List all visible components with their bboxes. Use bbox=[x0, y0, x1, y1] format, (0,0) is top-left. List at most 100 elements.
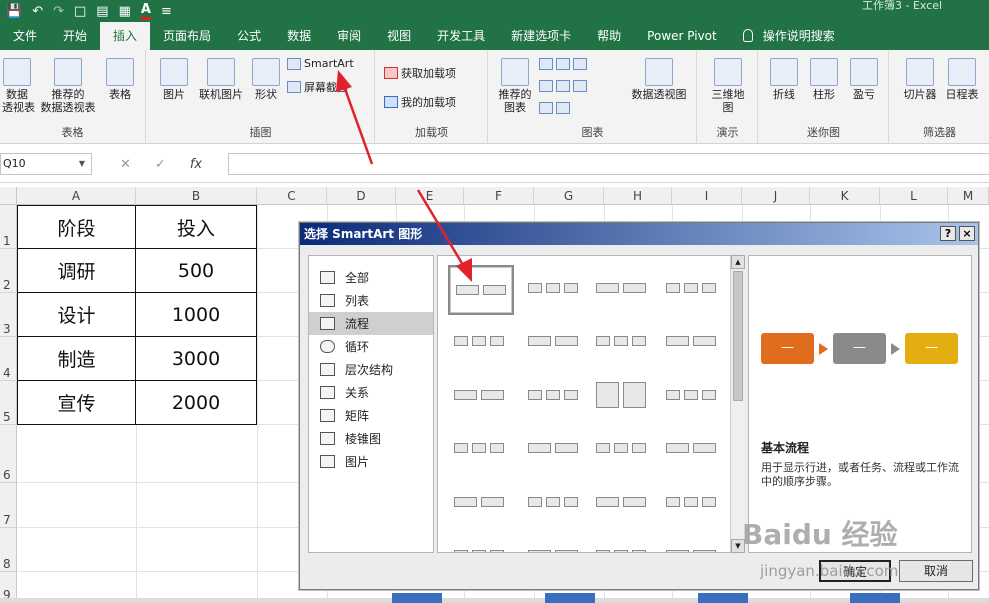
table-cell[interactable]: 设计 bbox=[17, 293, 136, 337]
layout-thumbnail[interactable] bbox=[522, 479, 588, 529]
layout-thumbnail[interactable] bbox=[660, 318, 726, 368]
table-cell[interactable]: 3000 bbox=[136, 337, 257, 381]
layout-thumbnail[interactable] bbox=[590, 532, 656, 552]
tab-file[interactable]: 文件 bbox=[0, 22, 50, 50]
row-header[interactable]: 6 bbox=[0, 425, 17, 483]
formula-input[interactable] bbox=[228, 153, 989, 175]
tab-new[interactable]: 新建选项卡 bbox=[498, 22, 584, 50]
layout-thumbnail[interactable] bbox=[522, 318, 588, 368]
scroll-up-icon[interactable]: ▲ bbox=[731, 255, 745, 269]
timeline-button[interactable]: 日程表 bbox=[942, 58, 982, 101]
row-header[interactable]: 4 bbox=[0, 337, 17, 381]
select-all-corner[interactable] bbox=[0, 187, 17, 205]
layout-thumbnail[interactable] bbox=[522, 372, 588, 422]
layout-thumbnail[interactable] bbox=[590, 425, 656, 475]
paste-icon[interactable]: ▦ bbox=[119, 4, 131, 19]
layout-thumbnail[interactable] bbox=[448, 532, 514, 552]
smartart-button[interactable]: SmartArt bbox=[287, 57, 354, 70]
category-matrix[interactable]: 矩阵 bbox=[309, 404, 433, 427]
recommended-pivot-button[interactable]: 推荐的 数据透视表 bbox=[38, 58, 98, 114]
table-cell[interactable]: 500 bbox=[136, 249, 257, 293]
tab-power-pivot[interactable]: Power Pivot bbox=[634, 22, 730, 50]
sheet-tab[interactable] bbox=[545, 593, 595, 603]
pictures-button[interactable]: 图片 bbox=[157, 58, 191, 101]
category-relationship[interactable]: 关系 bbox=[309, 381, 433, 404]
table-cell[interactable]: 1000 bbox=[136, 293, 257, 337]
cancel-button[interactable]: 取消 bbox=[899, 560, 973, 582]
row-header[interactable]: 8 bbox=[0, 528, 17, 572]
table-header-cell[interactable]: 阶段 bbox=[17, 205, 136, 249]
column-header[interactable]: I bbox=[672, 187, 742, 205]
insert-function-button[interactable]: fx bbox=[190, 157, 202, 172]
table-button[interactable]: 表格 bbox=[104, 58, 136, 101]
layout-thumbnail[interactable] bbox=[660, 425, 726, 475]
layout-thumbnail[interactable] bbox=[590, 265, 656, 315]
table-cell[interactable]: 调研 bbox=[17, 249, 136, 293]
row-header[interactable]: 1 bbox=[0, 205, 17, 249]
row-header[interactable]: 2 bbox=[0, 249, 17, 293]
map-3d-button[interactable]: 三维地 图 bbox=[708, 58, 748, 114]
my-addins-button[interactable]: 我的加载项 bbox=[384, 94, 456, 110]
tab-review[interactable]: 审阅 bbox=[324, 22, 374, 50]
help-button[interactable]: ? bbox=[940, 226, 956, 241]
row-header[interactable]: 5 bbox=[0, 381, 17, 425]
category-pyramid[interactable]: 棱锥图 bbox=[309, 427, 433, 450]
row-header[interactable]: 3 bbox=[0, 293, 17, 337]
layout-thumbnail[interactable] bbox=[522, 425, 588, 475]
scroll-thumb[interactable] bbox=[733, 271, 743, 401]
layout-thumbnail[interactable] bbox=[522, 265, 588, 315]
category-process[interactable]: 流程 bbox=[309, 312, 433, 335]
customize-toolbar-icon[interactable]: ≡ bbox=[161, 4, 172, 19]
sparkline-line-button[interactable]: 折线 bbox=[767, 58, 801, 101]
category-hierarchy[interactable]: 层次结构 bbox=[309, 358, 433, 381]
tab-insert[interactable]: 插入 bbox=[100, 22, 151, 50]
layout-thumbnail[interactable] bbox=[448, 479, 514, 529]
save-icon[interactable]: 💾 bbox=[6, 4, 22, 19]
pivot-chart-button[interactable]: 数据透视图 bbox=[629, 58, 689, 101]
font-color-icon[interactable]: A bbox=[140, 2, 151, 20]
table-cell[interactable]: 制造 bbox=[17, 337, 136, 381]
online-pictures-button[interactable]: 联机图片 bbox=[195, 58, 247, 101]
layout-thumbnail[interactable] bbox=[660, 265, 726, 315]
layout-thumbnail[interactable] bbox=[448, 318, 514, 368]
undo-icon[interactable]: ↶ bbox=[32, 4, 43, 19]
row-header[interactable]: 7 bbox=[0, 483, 17, 528]
print-preview-icon[interactable]: ▤ bbox=[96, 4, 108, 19]
column-header[interactable]: B bbox=[136, 187, 257, 205]
column-chart-button[interactable] bbox=[539, 58, 587, 70]
column-header[interactable]: K bbox=[810, 187, 880, 205]
layout-thumbnail[interactable] bbox=[660, 479, 726, 529]
layout-thumbnail[interactable] bbox=[590, 372, 656, 422]
chevron-down-icon[interactable]: ▼ bbox=[79, 154, 85, 174]
sheet-tab[interactable] bbox=[698, 593, 748, 603]
tab-tell-me[interactable]: 操作说明搜索 bbox=[730, 22, 848, 50]
gallery-scrollbar[interactable]: ▲ ▼ bbox=[730, 255, 745, 553]
column-header[interactable]: J bbox=[742, 187, 810, 205]
column-header[interactable]: F bbox=[464, 187, 534, 205]
table-cell[interactable]: 宣传 bbox=[17, 381, 136, 425]
tab-help[interactable]: 帮助 bbox=[584, 22, 634, 50]
pivot-table-button[interactable]: 数据 透视表 bbox=[2, 58, 35, 114]
close-button[interactable]: × bbox=[959, 226, 975, 241]
screenshot-button[interactable]: 屏幕截图 bbox=[287, 79, 348, 95]
layout-thumbnail[interactable] bbox=[448, 372, 514, 422]
shapes-button[interactable]: 形状 bbox=[249, 58, 283, 101]
layout-thumbnail[interactable] bbox=[660, 532, 726, 552]
sheet-tab[interactable] bbox=[392, 593, 442, 603]
tab-home[interactable]: 开始 bbox=[50, 22, 100, 50]
table-header-cell[interactable]: 投入 bbox=[136, 205, 257, 249]
column-header[interactable]: G bbox=[534, 187, 604, 205]
column-header[interactable]: E bbox=[396, 187, 464, 205]
layout-thumbnail[interactable] bbox=[590, 479, 656, 529]
category-list-item[interactable]: 列表 bbox=[309, 289, 433, 312]
column-header[interactable]: L bbox=[880, 187, 948, 205]
new-file-icon[interactable]: □ bbox=[74, 4, 86, 19]
column-header[interactable]: H bbox=[604, 187, 672, 205]
column-header[interactable]: M bbox=[948, 187, 989, 205]
name-box[interactable]: Q10 ▼ bbox=[0, 153, 92, 175]
get-addins-button[interactable]: 获取加载项 bbox=[384, 65, 456, 81]
layout-thumbnail[interactable] bbox=[448, 265, 514, 315]
tab-view[interactable]: 视图 bbox=[374, 22, 424, 50]
layout-thumbnail[interactable] bbox=[660, 372, 726, 422]
layout-thumbnail[interactable] bbox=[522, 532, 588, 552]
